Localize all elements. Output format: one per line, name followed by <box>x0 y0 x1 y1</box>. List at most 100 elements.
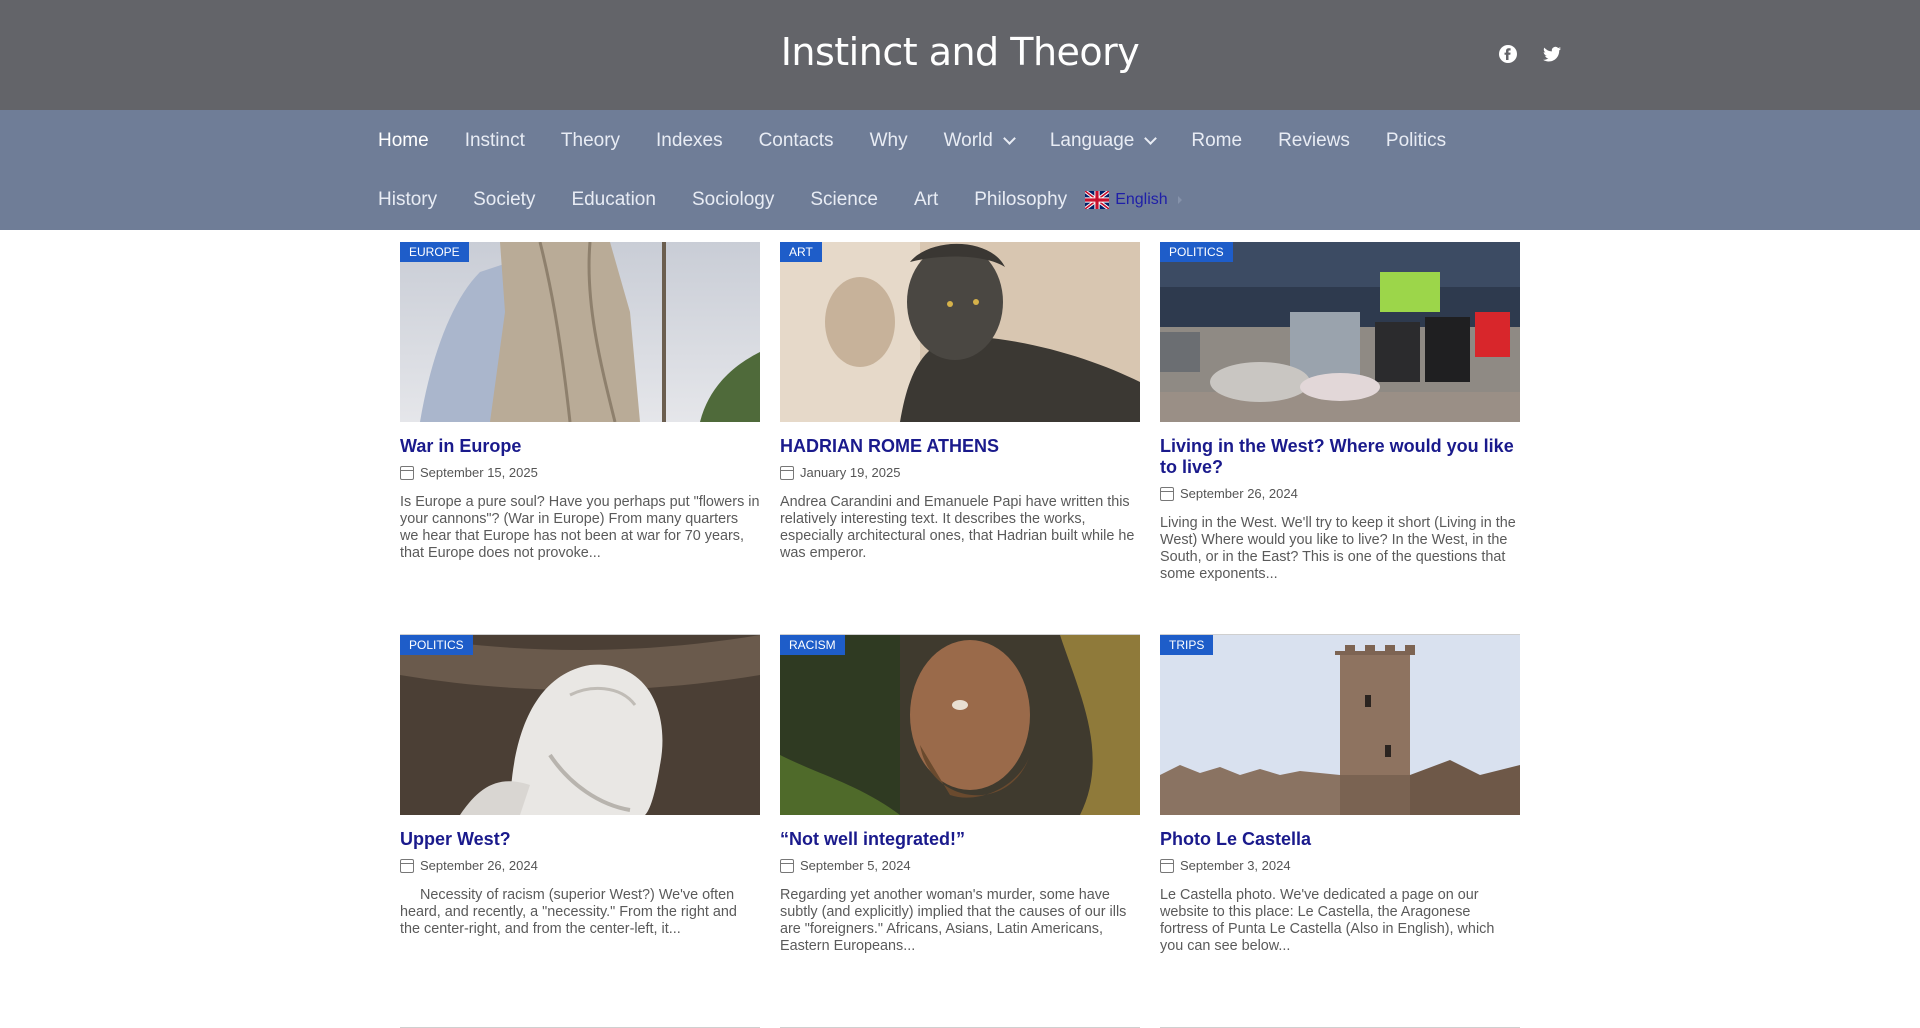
post-card: Politics Living in the West? Where would… <box>1160 242 1520 635</box>
nav-label: Reviews <box>1278 130 1350 151</box>
post-date: September 5, 2024 <box>800 858 911 873</box>
nav-label: Science <box>810 189 878 210</box>
chevron-down-icon <box>1002 132 1016 145</box>
calendar-icon <box>400 465 414 480</box>
nav-label: Language <box>1049 130 1135 151</box>
nav-label: History <box>378 189 438 210</box>
nav-label: Society <box>473 189 536 210</box>
language-switcher[interactable]: English <box>1084 189 1182 211</box>
nav-item-instinct[interactable]: Instinct <box>465 130 525 152</box>
post-thumbnail[interactable]: Art <box>780 242 1140 422</box>
post-date: September 26, 2024 <box>420 858 538 873</box>
nav-label: Philosophy <box>974 189 1068 210</box>
post-date: September 3, 2024 <box>1180 858 1291 873</box>
category-badge[interactable]: Racism <box>780 635 845 655</box>
nav-item-history[interactable]: History <box>378 189 437 211</box>
post-title[interactable]: Upper West? <box>400 829 760 850</box>
calendar-icon <box>400 858 414 873</box>
facebook-icon[interactable] <box>1498 44 1518 64</box>
nav-row-secondary: History Society Education Sociology Scie… <box>378 170 1560 230</box>
post-thumbnail[interactable]: Politics <box>1160 242 1520 422</box>
nav-item-reviews[interactable]: Reviews <box>1278 130 1350 152</box>
nav-item-sociology[interactable]: Sociology <box>692 189 774 211</box>
nav-item-philosophy[interactable]: Philosophy <box>974 189 1067 211</box>
uk-flag-icon <box>1084 189 1111 211</box>
fortress-tower-image <box>1160 635 1520 815</box>
post-excerpt: Necessity of racism (superior West?) We'… <box>400 887 741 937</box>
site-header: Instinct and Theory <box>0 0 1920 110</box>
post-excerpt: Regarding yet another woman's murder, so… <box>780 887 1127 954</box>
post-meta: September 26, 2024 <box>1160 486 1520 501</box>
post-meta: September 5, 2024 <box>780 858 1140 873</box>
calendar-icon <box>1160 486 1174 501</box>
post-thumbnail[interactable]: Politics <box>400 635 760 815</box>
main-navigation: Home Instinct Theory Indexes Contacts Wh… <box>0 110 1920 230</box>
post-meta: September 26, 2024 <box>400 858 760 873</box>
calendar-icon <box>780 465 794 480</box>
nav-label: Sociology <box>691 189 775 210</box>
social-links <box>1498 44 1562 64</box>
nav-row-primary: Home Instinct Theory Indexes Contacts Wh… <box>378 110 1560 170</box>
nav-label: World <box>943 130 993 151</box>
post-excerpt: Le Castella photo. We've dedicated a pag… <box>1160 887 1495 954</box>
nav-item-indexes[interactable]: Indexes <box>656 130 723 152</box>
nav-label: Rome <box>1191 130 1243 151</box>
calendar-icon <box>780 858 794 873</box>
nav-item-society[interactable]: Society <box>473 189 535 211</box>
painting-image <box>780 635 1140 815</box>
street-garbage-image <box>1160 242 1520 422</box>
category-badge[interactable]: Trips <box>1160 635 1214 655</box>
post-meta: September 15, 2025 <box>400 465 760 480</box>
post-title[interactable]: Photo Le Castella <box>1160 829 1520 850</box>
post-thumbnail[interactable]: Racism <box>780 635 1140 815</box>
nav-label: Why <box>869 130 908 151</box>
post-title[interactable]: HADRIAN ROME ATHENS <box>780 436 1140 457</box>
post-card: Racism “Not well integrated!” September … <box>780 635 1140 1028</box>
post-excerpt: Andrea Carandini and Emanuele Papi have … <box>780 494 1135 561</box>
post-excerpt: Living in the West. We'll try to keep it… <box>1160 515 1516 582</box>
nav-item-home[interactable]: Home <box>378 130 429 152</box>
category-badge[interactable]: Politics <box>1160 242 1233 262</box>
twitter-icon[interactable] <box>1542 44 1562 64</box>
post-title[interactable]: War in Europe <box>400 436 760 457</box>
nav-item-contacts[interactable]: Contacts <box>759 130 834 152</box>
post-title[interactable]: “Not well integrated!” <box>780 829 1140 850</box>
post-card: Art HADRIAN ROME ATHENS January 19, 2025… <box>780 242 1140 635</box>
calendar-icon <box>1160 858 1174 873</box>
post-date: January 19, 2025 <box>800 465 901 480</box>
post-title[interactable]: Living in the West? Where would you like… <box>1160 436 1520 478</box>
post-date: September 15, 2025 <box>420 465 538 480</box>
chevron-down-icon <box>1144 132 1158 145</box>
nav-label: Theory <box>560 130 621 151</box>
statue-image <box>400 242 760 422</box>
category-badge[interactable]: Europe <box>400 242 469 262</box>
nav-item-language[interactable]: Language <box>1049 130 1158 152</box>
nav-item-art[interactable]: Art <box>914 189 938 211</box>
caret-right-icon <box>1177 196 1182 204</box>
nav-item-science[interactable]: Science <box>810 189 878 211</box>
nav-label: Home <box>378 130 429 151</box>
nav-label: Education <box>571 189 656 210</box>
nav-item-world[interactable]: World <box>943 130 1016 152</box>
nav-item-politics[interactable]: Politics <box>1386 130 1446 152</box>
nav-item-education[interactable]: Education <box>571 189 656 211</box>
category-badge[interactable]: Politics <box>400 635 473 655</box>
bronze-statue-image <box>780 242 1140 422</box>
nav-item-rome[interactable]: Rome <box>1191 130 1242 152</box>
nav-item-why[interactable]: Why <box>870 130 908 152</box>
nav-label: Indexes <box>656 130 723 151</box>
nav-item-theory[interactable]: Theory <box>561 130 620 152</box>
post-meta: January 19, 2025 <box>780 465 1140 480</box>
nav-label: Art <box>913 189 939 210</box>
nav-label: Politics <box>1385 130 1447 151</box>
post-card: Politics Upper West? September 26, 2024 … <box>400 635 760 1028</box>
post-excerpt: Is Europe a pure soul? Have you perhaps … <box>400 494 760 561</box>
site-title[interactable]: Instinct and Theory <box>0 30 1920 74</box>
post-card: Trips Photo Le Castella September 3, 202… <box>1160 635 1520 1028</box>
nav-label: Instinct <box>464 130 525 151</box>
category-badge[interactable]: Art <box>780 242 822 262</box>
post-thumbnail[interactable]: Europe <box>400 242 760 422</box>
post-thumbnail[interactable]: Trips <box>1160 635 1520 815</box>
post-meta: September 3, 2024 <box>1160 858 1520 873</box>
language-label: English <box>1115 191 1168 208</box>
